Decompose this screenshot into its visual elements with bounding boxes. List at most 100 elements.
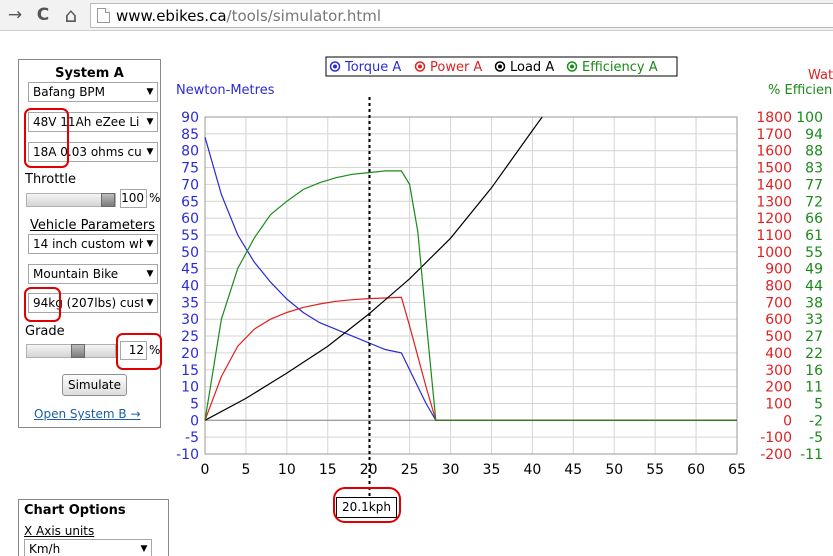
y-tick-label: 60 <box>181 211 199 227</box>
throttle-percent: % <box>149 191 161 205</box>
system-a-panel: System A Bafang BPM ▼ 48V 11Ah eZee Li ▼… <box>18 59 162 428</box>
watts-tick-label: 900 <box>765 262 792 278</box>
watts-tick-label: 1600 <box>756 144 792 160</box>
wheel-select[interactable]: 14 inch custom wh ▼ <box>28 234 158 254</box>
y-tick-label: 90 <box>181 110 199 126</box>
address-bar[interactable]: www.ebikes.ca/tools/simulator.html <box>90 3 833 28</box>
home-icon[interactable]: ⌂ <box>60 4 82 26</box>
y-tick-label: 20 <box>181 346 199 362</box>
x-tick-label: 5 <box>241 462 250 478</box>
system-a-title: System A <box>55 66 124 81</box>
open-system-b-link[interactable]: Open System B → <box>34 407 141 421</box>
vehicle-parameters-label: Vehicle Parameters <box>30 218 156 233</box>
dropdown-arrow-icon: ▼ <box>143 235 157 253</box>
watts-tick-label: 100 <box>765 396 792 412</box>
x-tick-label: 60 <box>687 462 705 478</box>
x-tick-label: 25 <box>401 462 419 478</box>
watts-tick-label: 200 <box>765 380 792 396</box>
left-axis-title: Newton-Metres <box>176 83 275 98</box>
watts-tick-label: 700 <box>765 295 792 311</box>
watts-tick-label: -200 <box>760 447 792 463</box>
throttle-slider[interactable] <box>26 193 116 207</box>
efficiency-tick-label: -2 <box>809 413 823 429</box>
efficiency-tick-label: 77 <box>805 177 823 193</box>
url-path: /tools/simulator.html <box>226 7 382 25</box>
efficiency-tick-label: -11 <box>800 447 823 463</box>
watts-tick-label: 600 <box>765 312 792 328</box>
grade-slider[interactable] <box>26 344 116 358</box>
bike-type-select[interactable]: Mountain Bike ▼ <box>28 264 158 284</box>
dropdown-arrow-icon: ▼ <box>143 143 157 161</box>
y-tick-label: 15 <box>181 363 199 379</box>
x-tick-label: 40 <box>523 462 541 478</box>
url-text: www.ebikes.ca/tools/simulator.html <box>116 7 381 25</box>
y-tick-label: 40 <box>181 279 199 295</box>
wheel-value: 14 inch custom wh <box>33 237 147 251</box>
x-tick-label: 50 <box>605 462 623 478</box>
x-axis-units-select[interactable]: Km/h ▼ <box>24 539 152 556</box>
efficiency-tick-label: 27 <box>805 329 823 345</box>
legend-marker-dot <box>498 64 502 69</box>
watts-tick-label: 1500 <box>756 161 792 177</box>
watts-tick-label: 1100 <box>756 228 792 244</box>
watts-tick-label: 1800 <box>756 110 792 126</box>
y-tick-label: 0 <box>190 413 199 429</box>
efficiency-tick-label: -5 <box>809 430 823 446</box>
y-tick-label: 35 <box>181 295 199 311</box>
x-tick-label: 65 <box>728 462 746 478</box>
efficiency-tick-label: 16 <box>805 363 823 379</box>
x-axis-units-value: Km/h <box>29 542 61 556</box>
watts-tick-label: 1700 <box>756 127 792 143</box>
efficiency-tick-label: 49 <box>805 262 823 278</box>
watts-tick-label: 1200 <box>756 211 792 227</box>
y-tick-label: -10 <box>176 447 199 463</box>
legend-label: Torque A <box>344 60 401 75</box>
y-tick-label: 50 <box>181 245 199 261</box>
efficiency-tick-label: 61 <box>805 228 823 244</box>
throttle-input[interactable]: 100 <box>120 189 147 208</box>
y-tick-label: 45 <box>181 262 199 278</box>
efficiency-tick-label: 83 <box>805 161 823 177</box>
efficiency-tick-label: 72 <box>805 194 823 210</box>
watts-tick-label: 1000 <box>756 245 792 261</box>
x-tick-label: 35 <box>483 462 501 478</box>
x-tick-label: 0 <box>201 462 210 478</box>
chart-options-panel: Chart Options X Axis units Km/h ▼ <box>18 499 169 556</box>
watts-tick-label: 500 <box>765 329 792 345</box>
forward-icon[interactable]: → <box>4 4 26 26</box>
y-tick-label: 10 <box>181 380 199 396</box>
grade-label: Grade <box>25 324 65 339</box>
legend-label: Power A <box>430 60 482 75</box>
efficiency-tick-label: 100 <box>796 110 823 126</box>
page-icon <box>97 8 110 23</box>
x-tick-label: 30 <box>442 462 460 478</box>
efficiency-tick-label: 38 <box>805 295 823 311</box>
efficiency-tick-label: 5 <box>814 396 823 412</box>
motor-select[interactable]: Bafang BPM ▼ <box>28 82 158 102</box>
watts-tick-label: 300 <box>765 363 792 379</box>
y-tick-label: 5 <box>190 396 199 412</box>
y-tick-label: 80 <box>181 144 199 160</box>
bike-type-value: Mountain Bike <box>33 267 119 281</box>
x-tick-label: 45 <box>564 462 582 478</box>
legend-marker-dot <box>418 64 422 69</box>
dropdown-arrow-icon: ▼ <box>143 83 157 101</box>
watts-axis-title: Watts <box>808 68 833 83</box>
efficiency-tick-label: 88 <box>805 144 823 160</box>
x-tick-label: 10 <box>278 462 296 478</box>
legend-label: Load A <box>510 60 554 75</box>
watts-tick-label: 400 <box>765 346 792 362</box>
efficiency-tick-label: 11 <box>805 380 823 396</box>
y-tick-label: 75 <box>181 161 199 177</box>
x-tick-label: 55 <box>646 462 664 478</box>
grade-slider-thumb[interactable] <box>71 344 85 358</box>
motor-value: Bafang BPM <box>33 85 106 99</box>
red-annotation-circle <box>333 487 401 523</box>
y-tick-label: -5 <box>185 430 199 446</box>
efficiency-tick-label: 94 <box>805 127 823 143</box>
reload-icon[interactable]: C <box>32 4 54 26</box>
watts-tick-label: -100 <box>760 430 792 446</box>
simulate-button[interactable]: Simulate <box>62 374 127 396</box>
y-tick-label: 55 <box>181 228 199 244</box>
throttle-slider-thumb[interactable] <box>101 193 115 207</box>
